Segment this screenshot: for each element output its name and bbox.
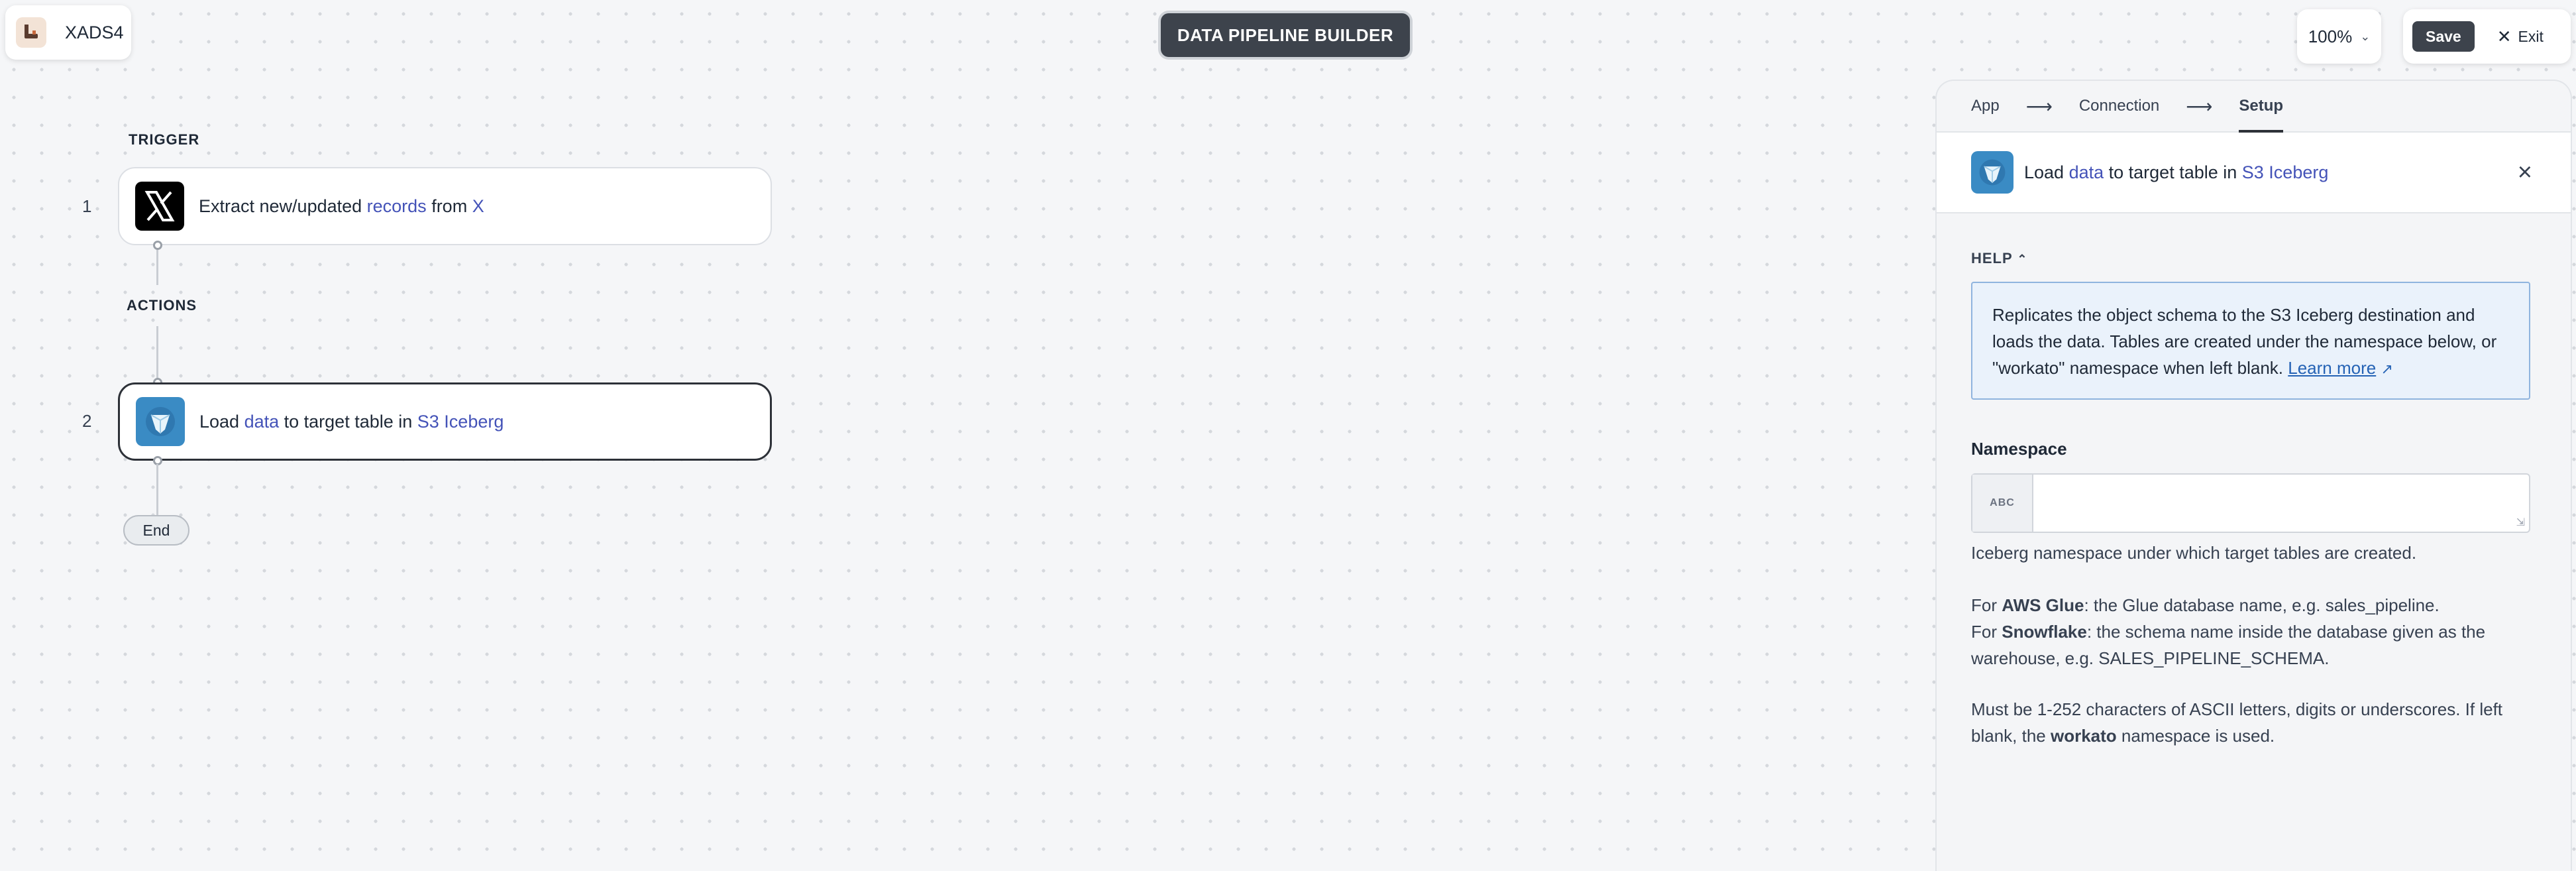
connector-line — [156, 464, 158, 516]
trigger-step-card[interactable]: Extract new/updated records from X — [118, 167, 772, 245]
tab-app[interactable]: App — [1971, 97, 2000, 115]
connector-dot — [153, 241, 162, 250]
wizard-tabs: App ⟶ Connection ⟶ Setup — [1937, 81, 2571, 133]
connector-line — [156, 326, 158, 383]
field-type-badge: ABC — [1972, 475, 2033, 532]
zoom-value: 100% — [2308, 26, 2353, 46]
step-app-name: X — [472, 196, 484, 216]
actions-section-label: ACTIONS — [127, 297, 197, 314]
step-number: 2 — [82, 411, 92, 431]
exit-button[interactable]: ✕ Exit — [2497, 27, 2544, 47]
namespace-hint-snowflake: For Snowflake: the schema name inside th… — [1971, 622, 2486, 668]
namespace-hint: Iceberg namespace under which target tab… — [1971, 543, 2417, 563]
namespace-label: Namespace — [1971, 439, 2067, 459]
namespace-hint-rules: Must be 1-252 characters of ASCII letter… — [1971, 699, 2503, 746]
chevron-up-icon: ⌃ — [2017, 253, 2028, 266]
arrow-right-icon: ⟶ — [2186, 95, 2213, 117]
external-link-icon: ↗ — [2381, 361, 2393, 377]
close-icon[interactable]: × — [2518, 158, 2532, 187]
exit-label: Exit — [2518, 27, 2544, 45]
help-text: Replicates the object schema to the S3 I… — [1992, 305, 2497, 378]
arrow-right-icon: ⟶ — [2025, 95, 2053, 117]
zoom-dropdown[interactable]: 100% ⌄ — [2297, 9, 2381, 64]
step-datapill: data — [244, 411, 280, 432]
step-description: Extract new/updated records from X — [199, 196, 484, 216]
namespace-input[interactable] — [2033, 475, 2529, 532]
s3-iceberg-icon — [136, 397, 185, 446]
panel-step-title: Load data to target table in S3 Iceberg — [2024, 162, 2329, 182]
connector-line — [156, 245, 158, 285]
namespace-field[interactable]: ABC ⇲ — [1971, 473, 2530, 533]
tab-connection[interactable]: Connection — [2079, 97, 2159, 115]
tab-setup[interactable]: Setup — [2239, 97, 2283, 133]
chevron-down-icon: ⌄ — [2360, 29, 2371, 43]
end-node: End — [123, 515, 189, 546]
step-description: Load data to target table in S3 Iceberg — [199, 411, 504, 432]
trigger-section-label: TRIGGER — [129, 131, 200, 148]
workspace-name: XADS4 — [65, 22, 124, 42]
save-button[interactable]: Save — [2412, 21, 2475, 52]
step-datapill: records — [366, 196, 427, 216]
close-icon: ✕ — [2496, 26, 2512, 46]
step-config-panel: App ⟶ Connection ⟶ Setup Load data to ta… — [1937, 81, 2571, 871]
pipeline-title-button[interactable]: DATA PIPELINE BUILDER — [1161, 13, 1410, 57]
workspace-logo-icon — [16, 17, 46, 48]
step-app-name: S3 Iceberg — [417, 411, 504, 432]
x-logo-icon — [135, 182, 184, 231]
help-toggle[interactable]: HELP ⌃ — [1971, 250, 2028, 267]
panel-header: Load data to target table in S3 Iceberg … — [1937, 133, 2571, 213]
s3-iceberg-icon — [1971, 151, 2013, 194]
workspace-chip[interactable]: XADS4 — [5, 5, 131, 60]
header-actions: Save ✕ Exit — [2403, 9, 2571, 64]
resize-handle-icon[interactable]: ⇲ — [2516, 516, 2525, 529]
action-step-card[interactable]: Load data to target table in S3 Iceberg — [118, 382, 772, 461]
step-number: 1 — [82, 196, 92, 216]
learn-more-link[interactable]: Learn more — [2288, 358, 2376, 378]
namespace-hint-aws: For AWS Glue: the Glue database name, e.… — [1971, 595, 2440, 615]
help-box: Replicates the object schema to the S3 I… — [1971, 282, 2530, 400]
